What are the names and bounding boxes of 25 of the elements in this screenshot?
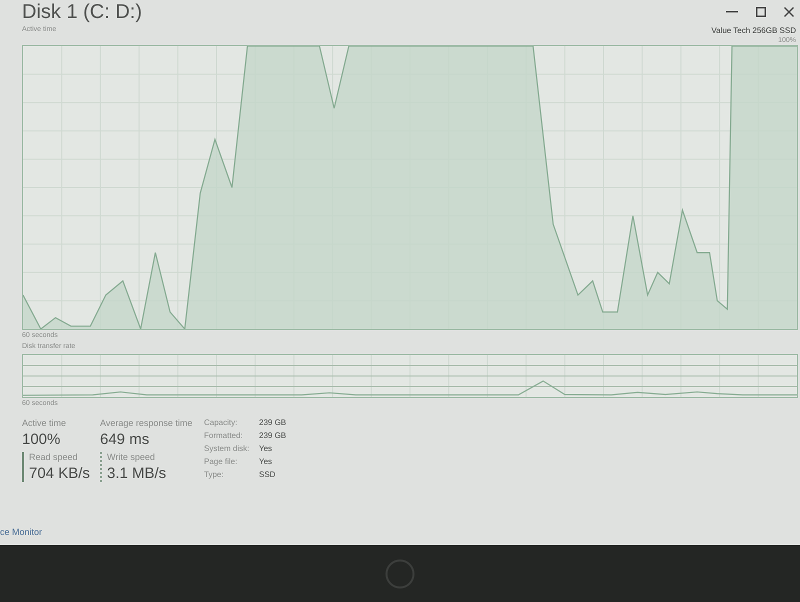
close-icon[interactable]: [784, 7, 794, 17]
property-label: Formatted:: [204, 431, 244, 441]
property-value: 239 GB: [259, 431, 286, 441]
property-value: Yes: [259, 457, 274, 467]
write-speed-stat-label: Write speed: [107, 452, 156, 462]
response-time-stat-label: Average response time: [100, 418, 192, 428]
window-title: Disk 1 (C: D:): [22, 1, 142, 23]
property-value: 239 GB: [259, 418, 286, 428]
property-value: SSD: [259, 470, 276, 480]
monitor-link[interactable]: ce Monitor: [0, 527, 42, 537]
read-speed-stat-value: 704 KB/s: [29, 465, 91, 482]
read-speed-stat-label: Read speed: [29, 452, 79, 462]
active-time-stat-value: 100%: [22, 431, 62, 448]
write-speed-stat-value: 3.1 MB/s: [107, 465, 168, 482]
active-time-stat-label: Active time: [22, 418, 68, 428]
property-label: System disk:: [204, 444, 250, 454]
property-label: Page file:: [204, 457, 238, 467]
property-value: Yes: [259, 444, 274, 454]
disk-model-name: Value Tech 256GB SSD: [711, 26, 796, 34]
logo-icon: [385, 558, 415, 588]
property-label: Type:: [204, 470, 225, 480]
maximize-icon[interactable]: [756, 7, 766, 17]
property-label: Capacity:: [204, 418, 238, 428]
minimize-icon[interactable]: [726, 11, 738, 13]
response-time-stat-value: 649 ms: [100, 431, 150, 448]
